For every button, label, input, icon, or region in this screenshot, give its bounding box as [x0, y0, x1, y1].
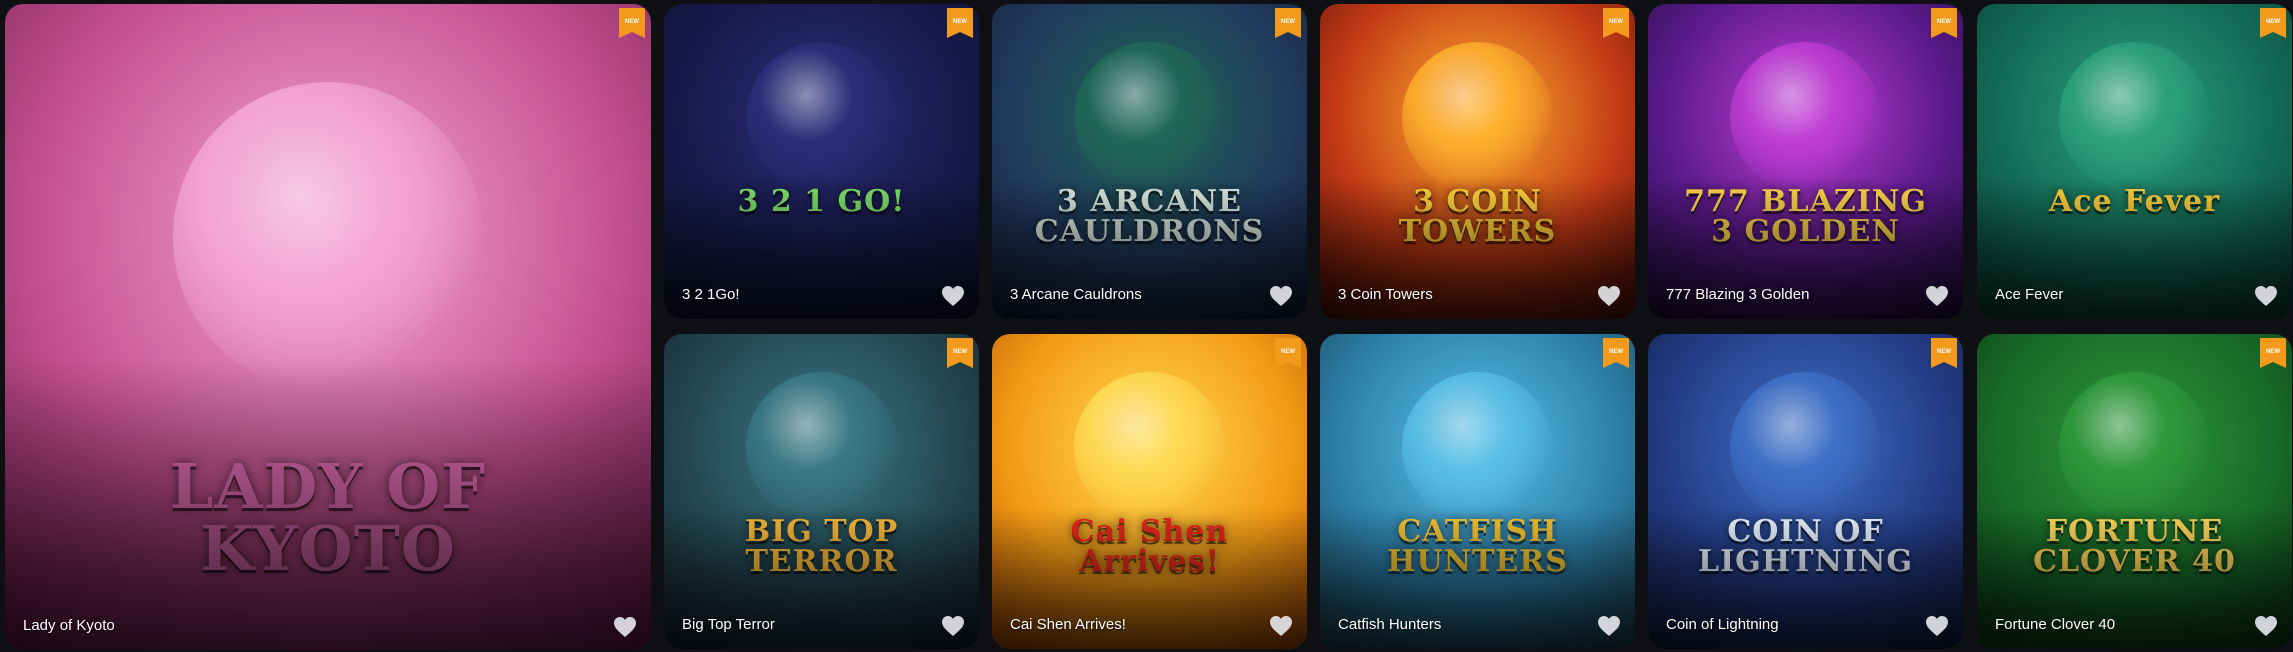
favorite-heart-icon[interactable]	[2254, 285, 2278, 307]
game-name: Big Top Terror	[682, 616, 775, 633]
game-name: Coin of Lightning	[1666, 616, 1779, 633]
new-badge-icon: NEW	[947, 338, 973, 368]
new-badge-label: NEW	[1609, 349, 1623, 355]
new-badge-label: NEW	[625, 19, 639, 25]
favorite-heart-icon[interactable]	[941, 615, 965, 637]
game-tile-lady-of-kyoto[interactable]: LADY OF KYOTOLady of KyotoNEW	[5, 4, 651, 650]
favorite-heart-icon[interactable]	[1269, 285, 1293, 307]
game-name: Lady of Kyoto	[23, 617, 115, 634]
artwork-emblem	[172, 81, 484, 392]
new-badge-icon: NEW	[1275, 338, 1301, 368]
new-badge-icon: NEW	[2260, 8, 2286, 38]
favorite-heart-icon[interactable]	[1269, 615, 1293, 637]
new-badge-icon: NEW	[2260, 338, 2286, 368]
new-badge-icon: NEW	[1931, 8, 1957, 38]
new-badge-label: NEW	[953, 19, 967, 25]
game-name: Cai Shen Arrives!	[1010, 616, 1126, 633]
game-tile-big-top-terror[interactable]: BIG TOP TERRORBig Top TerrorNEW	[664, 334, 979, 649]
game-tile-3-arcane-cauldrons[interactable]: 3 ARCANE CAULDRONS3 Arcane CauldronsNEW	[992, 4, 1307, 319]
artwork-emblem	[2058, 371, 2211, 523]
artwork-emblem	[1073, 41, 1226, 193]
favorite-heart-icon[interactable]	[941, 285, 965, 307]
new-badge-label: NEW	[2266, 349, 2280, 355]
new-badge-icon: NEW	[1275, 8, 1301, 38]
artwork-emblem	[745, 371, 898, 523]
tile-shade	[5, 359, 651, 650]
new-badge-label: NEW	[2266, 19, 2280, 25]
artwork-emblem	[1401, 41, 1554, 193]
favorite-heart-icon[interactable]	[2254, 615, 2278, 637]
game-tile-cai-shen-arrives[interactable]: Cai Shen Arrives!Cai Shen Arrives!NEW	[992, 334, 1307, 649]
new-badge-icon: NEW	[1603, 8, 1629, 38]
artwork-emblem	[1401, 371, 1554, 523]
favorite-heart-icon[interactable]	[1597, 615, 1621, 637]
artwork-emblem	[2058, 41, 2211, 193]
new-badge-label: NEW	[1609, 19, 1623, 25]
game-name: 3 Coin Towers	[1338, 286, 1433, 303]
game-name: Fortune Clover 40	[1995, 616, 2116, 633]
favorite-heart-icon[interactable]	[1925, 285, 1949, 307]
game-name: 777 Blazing 3 Golden	[1666, 286, 1810, 303]
new-badge-label: NEW	[953, 349, 967, 355]
favorite-heart-icon[interactable]	[1925, 615, 1949, 637]
game-name: 3 2 1Go!	[682, 286, 740, 303]
game-tile-catfish-hunters[interactable]: CATFISH HUNTERSCatfish HuntersNEW	[1320, 334, 1635, 649]
game-tile-3-coin-towers[interactable]: 3 COIN TOWERS3 Coin TowersNEW	[1320, 4, 1635, 319]
game-tile-coin-of-lightning[interactable]: COIN OF LIGHTNINGCoin of LightningNEW	[1648, 334, 1963, 649]
new-badge-icon: NEW	[1931, 338, 1957, 368]
new-badge-label: NEW	[1281, 19, 1295, 25]
new-badge-icon: NEW	[1603, 338, 1629, 368]
game-name: 3 Arcane Cauldrons	[1010, 286, 1142, 303]
game-tile-fortune-clover-40[interactable]: FORTUNE CLOVER 40Fortune Clover 40NEW	[1977, 334, 2292, 649]
favorite-heart-icon[interactable]	[1597, 285, 1621, 307]
game-tile-ace-fever[interactable]: Ace FeverAce FeverNEW	[1977, 4, 2292, 319]
new-badge-icon: NEW	[947, 8, 973, 38]
artwork-emblem	[1729, 371, 1882, 523]
artwork-emblem	[745, 41, 898, 193]
new-badge-icon: NEW	[619, 8, 645, 38]
new-badge-label: NEW	[1937, 349, 1951, 355]
game-name: Catfish Hunters	[1338, 616, 1442, 633]
favorite-heart-icon[interactable]	[613, 616, 637, 638]
new-badge-label: NEW	[1281, 349, 1295, 355]
game-tile-777-blazing-3-golden[interactable]: 777 BLAZING 3 GOLDEN777 Blazing 3 Golden…	[1648, 4, 1963, 319]
game-name: Ace Fever	[1995, 286, 2064, 303]
game-grid: LADY OF KYOTOLady of KyotoNEW3 2 1 GO!3 …	[0, 0, 2293, 652]
artwork-emblem	[1073, 371, 1226, 523]
new-badge-label: NEW	[1937, 19, 1951, 25]
artwork-emblem	[1729, 41, 1882, 193]
game-tile-3-2-1go[interactable]: 3 2 1 GO!3 2 1Go!NEW	[664, 4, 979, 319]
